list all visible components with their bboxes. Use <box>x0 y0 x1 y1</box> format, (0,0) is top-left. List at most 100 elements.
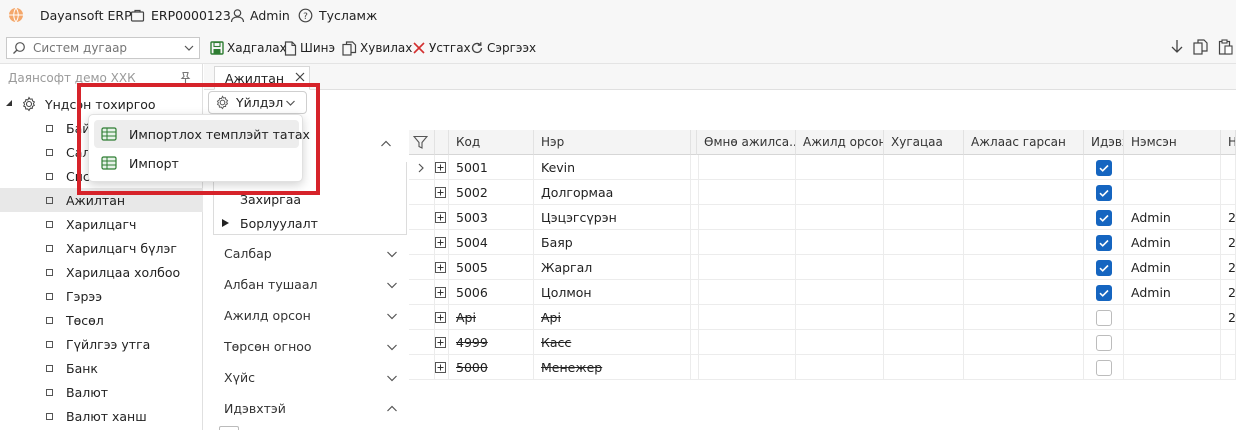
active-checkbox[interactable] <box>1095 284 1112 301</box>
filter-group[interactable]: Идэвхтэй <box>213 393 408 424</box>
prev-job-cell[interactable] <box>697 205 796 230</box>
duration-cell[interactable] <box>884 205 964 230</box>
column-header[interactable]: Код <box>449 130 534 155</box>
filter-header-cell[interactable] <box>409 130 435 155</box>
row-indicator[interactable] <box>409 230 435 255</box>
refresh-button[interactable]: Сэргээх <box>470 37 536 59</box>
row-indicator[interactable] <box>409 355 435 380</box>
row-expand[interactable] <box>435 330 449 355</box>
filter-group[interactable]: Ажилд орсон <box>213 300 408 331</box>
table-row[interactable]: 5006 Цолмон Admin 2 <box>409 280 1236 305</box>
active-cell[interactable] <box>1084 180 1124 205</box>
table-row[interactable]: 4999 Касс <box>409 330 1236 355</box>
row-expand[interactable] <box>435 305 449 330</box>
column-header[interactable]: Хугацаа <box>884 130 964 155</box>
name-cell[interactable]: Жаргал <box>534 255 691 280</box>
duration-cell[interactable] <box>884 355 964 380</box>
row-indicator[interactable] <box>409 305 435 330</box>
tree-expand-icon[interactable] <box>222 219 229 227</box>
row-expand[interactable] <box>435 205 449 230</box>
name-cell[interactable]: Долгормаа <box>534 180 691 205</box>
active-checkbox[interactable] <box>1095 159 1112 176</box>
row-expand[interactable] <box>435 355 449 380</box>
duration-cell[interactable] <box>884 330 964 355</box>
extra-cell[interactable] <box>1221 330 1236 355</box>
row-indicator[interactable] <box>409 280 435 305</box>
column-header[interactable]: Ажлаас гарсан <box>964 130 1084 155</box>
extra-cell[interactable]: 2 <box>1221 230 1236 255</box>
added-by-cell[interactable] <box>1124 305 1221 330</box>
name-cell[interactable]: Kevin <box>534 155 691 180</box>
active-checkbox[interactable] <box>1095 334 1112 351</box>
row-indicator[interactable] <box>409 180 435 205</box>
duration-cell[interactable] <box>884 280 964 305</box>
name-cell[interactable]: Менежер <box>534 355 691 380</box>
prev-job-cell[interactable] <box>697 280 796 305</box>
hired-cell[interactable] <box>796 255 884 280</box>
active-cell[interactable] <box>1084 355 1124 380</box>
hired-cell[interactable] <box>796 205 884 230</box>
prev-job-cell[interactable] <box>697 155 796 180</box>
added-by-cell[interactable] <box>1124 155 1221 180</box>
active-checkbox[interactable] <box>1095 359 1112 376</box>
code-cell[interactable]: 5006 <box>449 280 534 305</box>
filter-group[interactable]: Хүйс <box>213 362 408 393</box>
column-header[interactable]: Н <box>1221 130 1236 155</box>
new-button[interactable]: Шинэ <box>284 37 335 59</box>
extra-cell[interactable]: 2 <box>1221 205 1236 230</box>
active-cell[interactable] <box>1084 330 1124 355</box>
duration-cell[interactable] <box>884 155 964 180</box>
tree-item[interactable]: Төсөл <box>0 308 203 332</box>
code-cell[interactable]: 5001 <box>449 155 534 180</box>
row-indicator[interactable] <box>409 330 435 355</box>
save-button[interactable]: Хадгалах <box>210 37 287 59</box>
active-cell[interactable] <box>1084 155 1124 180</box>
row-expand[interactable] <box>435 230 449 255</box>
row-expand[interactable] <box>435 255 449 280</box>
column-header[interactable]: Нэр <box>534 130 691 155</box>
table-row[interactable]: 5001 Kevin <box>409 155 1236 180</box>
row-expand[interactable] <box>435 180 449 205</box>
filter-group[interactable]: Салбар <box>213 238 408 269</box>
table-row[interactable]: 5000 Менежер <box>409 355 1236 380</box>
row-expand[interactable] <box>435 155 449 180</box>
hired-cell[interactable] <box>796 230 884 255</box>
hired-cell[interactable] <box>796 280 884 305</box>
copy-clipboard-icon[interactable] <box>1193 39 1208 55</box>
code-cell[interactable]: 4999 <box>449 330 534 355</box>
column-header[interactable]: Нэмсэн <box>1124 130 1221 155</box>
duration-cell[interactable] <box>884 255 964 280</box>
active-checkbox[interactable] <box>1095 259 1112 276</box>
tree-item[interactable]: Валют ханш <box>0 404 203 428</box>
row-indicator[interactable] <box>409 155 435 180</box>
table-row[interactable]: 5002 Долгормаа <box>409 180 1236 205</box>
code-cell[interactable]: 5003 <box>449 205 534 230</box>
table-row[interactable]: 5005 Жаргал Admin 2 <box>409 255 1236 280</box>
active-checkbox[interactable] <box>1095 209 1112 226</box>
name-cell[interactable]: Касс <box>534 330 691 355</box>
table-row[interactable]: Api Api 2 <box>409 305 1236 330</box>
filter-checkbox[interactable] <box>219 426 239 430</box>
added-by-cell[interactable] <box>1124 355 1221 380</box>
active-cell[interactable] <box>1084 280 1124 305</box>
name-cell[interactable]: Цолмон <box>534 280 691 305</box>
delete-button[interactable]: Устгах <box>412 37 471 59</box>
help-link[interactable]: ? Тусламж <box>298 0 377 30</box>
added-by-cell[interactable]: Admin <box>1124 230 1221 255</box>
table-row[interactable]: 5004 Баяр Admin 2 <box>409 230 1236 255</box>
extra-cell[interactable] <box>1221 155 1236 180</box>
row-expand[interactable] <box>435 280 449 305</box>
name-cell[interactable]: Баяр <box>534 230 691 255</box>
filter-group[interactable]: Албан тушаал <box>213 269 408 300</box>
extra-cell[interactable]: 2 <box>1221 280 1236 305</box>
column-header[interactable]: Өмнө ажилса... <box>697 130 796 155</box>
extra-cell[interactable] <box>1221 355 1236 380</box>
column-header[interactable]: Ажилд орсон <box>796 130 884 155</box>
left-cell[interactable] <box>964 280 1084 305</box>
row-indicator[interactable] <box>409 255 435 280</box>
code-cell[interactable]: 5002 <box>449 180 534 205</box>
duration-cell[interactable] <box>884 305 964 330</box>
extra-cell[interactable] <box>1221 180 1236 205</box>
active-cell[interactable] <box>1084 255 1124 280</box>
chevron-up-icon[interactable] <box>380 139 392 149</box>
